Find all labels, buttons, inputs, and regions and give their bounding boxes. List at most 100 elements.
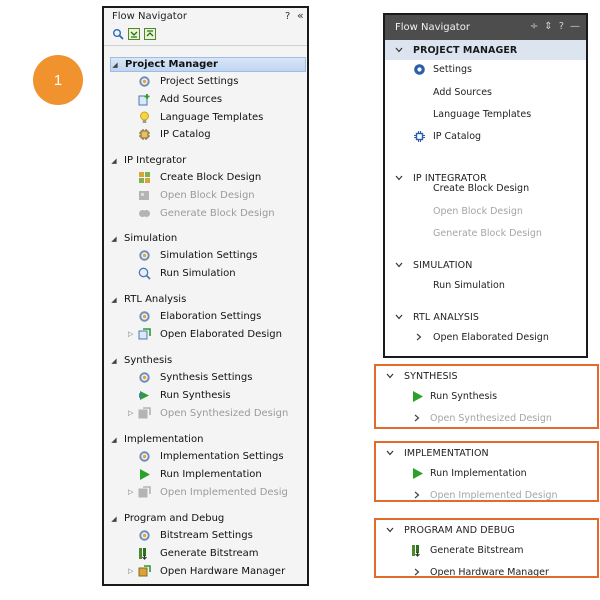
- section-header[interactable]: ◢ IP Integrator: [110, 153, 306, 168]
- nav-item[interactable]: Settings: [409, 60, 472, 78]
- section-label: RTL Analysis: [124, 294, 187, 305]
- section-label: PROGRAM AND DEBUG: [404, 524, 515, 536]
- nav-item[interactable]: Run Implementation: [128, 467, 262, 482]
- nav-item-label: Bitstream Settings: [160, 530, 253, 541]
- expand-icon[interactable]: ⇕: [544, 21, 552, 32]
- nav-item-label: Open Block Design: [433, 205, 523, 217]
- nav-item[interactable]: Open Elaborated Design: [409, 328, 549, 346]
- section-label: SYNTHESIS: [404, 370, 458, 382]
- nav-item[interactable]: Run Simulation: [409, 276, 505, 294]
- nav-item[interactable]: Generate Bitstream: [128, 546, 259, 561]
- panel-title: Flow Navigator: [112, 11, 187, 22]
- section-label: Synthesis: [124, 355, 173, 366]
- section-header[interactable]: SIMULATION: [385, 255, 586, 275]
- nav-item[interactable]: Project Settings: [128, 74, 238, 89]
- nav-item-label: Run Simulation: [160, 267, 236, 279]
- section-header[interactable]: IMPLEMENTATION: [376, 445, 597, 461]
- step-badge: 1: [33, 55, 83, 105]
- add-sources-icon: [138, 93, 151, 106]
- chevron-down-icon[interactable]: [385, 373, 395, 379]
- collapse-triangle-icon[interactable]: ◢: [110, 515, 118, 523]
- section-header[interactable]: ◢ Implementation: [110, 432, 306, 447]
- expand-arrow-icon[interactable]: ▷: [128, 488, 138, 496]
- chevron-right-icon[interactable]: [409, 333, 429, 341]
- expand-arrow-icon[interactable]: ▷: [128, 409, 138, 417]
- minimize-icon[interactable]: —: [570, 21, 580, 32]
- section-header[interactable]: ◢ RTL Analysis: [110, 292, 306, 307]
- nav-item[interactable]: Open Hardware Manager: [407, 563, 549, 576]
- chevron-right-icon[interactable]: [407, 491, 427, 499]
- nav-item[interactable]: Add Sources: [128, 92, 222, 107]
- chevron-right-icon[interactable]: [407, 568, 427, 576]
- collapse-triangle-icon[interactable]: ◢: [110, 357, 118, 365]
- nav-item[interactable]: Run Implementation: [407, 464, 527, 482]
- nav-item-label: Synthesis Settings: [160, 372, 253, 383]
- section-header[interactable]: RTL ANALYSIS: [385, 307, 586, 327]
- header-icons: ÷ ⇕? —: [530, 21, 580, 32]
- help-button[interactable]: ?: [285, 11, 290, 22]
- lightbulb-icon: [138, 111, 151, 124]
- nav-item[interactable]: Synthesis Settings: [128, 370, 252, 385]
- nav-item[interactable]: Run Simulation: [128, 266, 236, 281]
- nav-item[interactable]: Run Synthesis: [407, 387, 497, 405]
- nav-item[interactable]: ▷ Open Hardware Manager: [128, 564, 285, 579]
- nav-item[interactable]: Create Block Design: [409, 179, 529, 197]
- nav-item[interactable]: Elaboration Settings: [128, 309, 261, 324]
- nav-item[interactable]: Create Block Design: [128, 170, 261, 185]
- gear-icon: [409, 63, 429, 76]
- nav-item-label: Run Synthesis: [430, 390, 498, 402]
- gear-icon: [138, 249, 151, 262]
- section-header[interactable]: ◢ Program and Debug: [110, 511, 306, 526]
- nav-item[interactable]: Run Synthesis: [128, 388, 231, 403]
- nav-item[interactable]: Implementation Settings: [128, 449, 284, 464]
- collapse-triangle-icon[interactable]: ◢: [110, 235, 118, 243]
- chevron-down-icon[interactable]: [394, 47, 404, 53]
- collapse-all-icon[interactable]: [128, 28, 140, 40]
- chevron-down-icon[interactable]: [385, 450, 395, 456]
- expand-all-icon[interactable]: [144, 28, 156, 40]
- flow-navigator-old: Flow Navigator ? « ◢ Project Manager Proje…: [102, 6, 309, 586]
- nav-item-label: Implementation Settings: [160, 451, 284, 462]
- section-header[interactable]: ◢ Simulation: [110, 231, 306, 246]
- nav-item[interactable]: Language Templates: [128, 110, 263, 125]
- collapse-triangle-icon[interactable]: ◢: [110, 296, 118, 304]
- search-icon[interactable]: [112, 28, 124, 40]
- section-header[interactable]: PROGRAM AND DEBUG: [376, 522, 597, 538]
- nav-item[interactable]: IP Catalog: [409, 127, 481, 145]
- expand-arrow-icon[interactable]: ▷: [128, 567, 138, 575]
- chevron-down-icon[interactable]: [394, 175, 404, 181]
- nav-item: Open Synthesized Design: [407, 409, 552, 427]
- collapse-all-icon[interactable]: ÷: [530, 21, 538, 32]
- bitstream-icon: [407, 544, 427, 557]
- nav-item[interactable]: Generate Bitstream: [407, 541, 524, 559]
- nav-item[interactable]: Simulation Settings: [128, 248, 257, 263]
- nav-item-label: IP Catalog: [160, 129, 211, 141]
- chevron-down-icon[interactable]: [394, 314, 404, 320]
- section-header[interactable]: PROJECT MANAGER: [385, 40, 586, 60]
- section-header[interactable]: SYNTHESIS: [376, 368, 597, 384]
- nav-item: Generate Block Design: [409, 224, 542, 242]
- nav-item[interactable]: IP Catalog: [128, 127, 211, 142]
- nav-item[interactable]: ▷ Open Elaborated Design: [128, 327, 282, 342]
- collapse-button[interactable]: «: [297, 9, 304, 22]
- collapse-triangle-icon[interactable]: ◢: [110, 157, 118, 165]
- collapse-triangle-icon[interactable]: ◢: [111, 61, 119, 69]
- chevron-right-icon[interactable]: [407, 414, 427, 422]
- expand-arrow-icon[interactable]: ▷: [128, 330, 138, 338]
- nav-item[interactable]: Language Templates: [409, 105, 531, 123]
- chevron-down-icon[interactable]: [385, 527, 395, 533]
- collapse-triangle-icon[interactable]: ◢: [110, 436, 118, 444]
- gear-icon: [138, 75, 151, 88]
- nav-item-label: Open Synthesized Design: [430, 412, 552, 424]
- chevron-down-icon[interactable]: [394, 262, 404, 268]
- help-icon[interactable]: ?: [559, 21, 564, 32]
- nav-item[interactable]: Add Sources: [409, 83, 492, 101]
- section-header[interactable]: ◢ Synthesis: [110, 353, 306, 368]
- nav-item-label: Open Implemented Design: [430, 489, 558, 501]
- create-block-icon: [138, 171, 151, 184]
- section-label: Project Manager: [125, 59, 218, 70]
- hardware-manager-icon: [138, 564, 151, 578]
- nav-item[interactable]: Bitstream Settings: [128, 528, 253, 543]
- bitstream-icon: [138, 547, 151, 560]
- section-header[interactable]: ◢ Project Manager: [110, 57, 306, 72]
